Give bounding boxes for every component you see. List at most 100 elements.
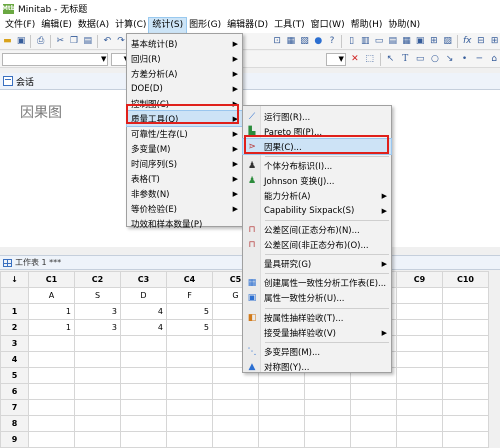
row-number[interactable]: 6: [0, 383, 29, 400]
formula-icon[interactable]: fx: [462, 35, 473, 47]
data-cell[interactable]: 4: [120, 303, 167, 320]
data-cell[interactable]: [304, 415, 351, 432]
help-icon[interactable]: ?: [327, 35, 338, 47]
stat-menu-item[interactable]: 基本统计(B) ▶: [127, 36, 242, 51]
column-name-cell[interactable]: [396, 287, 443, 304]
row-number[interactable]: 8: [0, 415, 29, 432]
quality-menu-item[interactable]: 量具研究(G) ▶: [243, 256, 391, 271]
data-cell[interactable]: [396, 367, 443, 384]
row-number[interactable]: 3: [0, 335, 29, 352]
data-cell[interactable]: [166, 351, 213, 368]
data-cell[interactable]: [74, 351, 121, 368]
column-name-cell[interactable]: [442, 287, 489, 304]
data-cell[interactable]: [166, 399, 213, 416]
stat-menu-item[interactable]: 时间序列(S) ▶: [127, 156, 242, 171]
data-cell[interactable]: 3: [74, 303, 121, 320]
stat-menu-item[interactable]: 回归(R) ▶: [127, 51, 242, 66]
data-cell[interactable]: [396, 383, 443, 400]
show-graphs-icon[interactable]: ▧: [299, 35, 310, 47]
data-cell[interactable]: [442, 335, 489, 352]
menu-edit[interactable]: 编辑(E): [38, 18, 75, 33]
column-header[interactable]: C9: [396, 271, 443, 288]
quality-menu-item[interactable]: ♟ Johnson 变换(J)...: [243, 173, 391, 188]
session-window-icon[interactable]: ▭: [374, 35, 385, 47]
copy-icon[interactable]: ❐: [69, 35, 80, 47]
data-cell[interactable]: [442, 351, 489, 368]
data-cell[interactable]: [28, 351, 75, 368]
corner-arrow-icon[interactable]: ↓: [0, 271, 29, 288]
data-cell[interactable]: [74, 367, 121, 384]
text-tool-icon[interactable]: T: [399, 53, 411, 65]
data-cell[interactable]: 1: [28, 303, 75, 320]
menu-assist[interactable]: 协助(N): [385, 18, 423, 33]
data-cell[interactable]: [304, 399, 351, 416]
menu-graph[interactable]: 图形(G): [186, 18, 224, 33]
delete-icon[interactable]: ✕: [349, 53, 361, 65]
quality-menu-item[interactable]: ⋗ 因果(C)...: [242, 138, 392, 155]
menu-help[interactable]: 帮助(H): [348, 18, 386, 33]
undo-icon[interactable]: ↶: [102, 35, 113, 47]
quality-menu-item[interactable]: 能力分析(A) ▶: [243, 188, 391, 203]
row-number[interactable]: 1: [0, 303, 29, 320]
data-cell[interactable]: [212, 399, 259, 416]
menu-editor[interactable]: 编辑器(D): [224, 18, 271, 33]
menu-file[interactable]: 文件(F): [2, 18, 38, 33]
data-cell[interactable]: [396, 319, 443, 336]
stat-menu-item[interactable]: 质量工具(Q) ▶: [126, 110, 243, 127]
data-cell[interactable]: [304, 383, 351, 400]
history-icon[interactable]: ▤: [387, 35, 398, 47]
stat-menu-item[interactable]: 可靠性/生存(L) ▶: [127, 126, 242, 141]
column-name-cell[interactable]: A: [28, 287, 75, 304]
data-cell[interactable]: [442, 319, 489, 336]
select-arrow-icon[interactable]: ↖: [385, 53, 397, 65]
menu-stat[interactable]: 统计(S): [148, 16, 188, 34]
data-cell[interactable]: [442, 415, 489, 432]
data-cell[interactable]: [396, 351, 443, 368]
data-cell[interactable]: 5: [166, 303, 213, 320]
column-header[interactable]: C4: [166, 271, 213, 288]
data-cell[interactable]: [74, 399, 121, 416]
data-cell[interactable]: [350, 415, 397, 432]
open-folder-icon[interactable]: ▬: [2, 35, 13, 47]
data-cell[interactable]: [396, 335, 443, 352]
column-header[interactable]: C2: [74, 271, 121, 288]
stat-menu-item[interactable]: 多变量(M) ▶: [127, 141, 242, 156]
graph-layout-icon[interactable]: ⊡: [272, 35, 283, 47]
dot-tool-icon[interactable]: •: [459, 53, 471, 65]
column-name-cell[interactable]: F: [166, 287, 213, 304]
data-cell[interactable]: 5: [166, 319, 213, 336]
stat-menu-item[interactable]: DOE(D) ▶: [127, 81, 242, 96]
data-cell[interactable]: [166, 383, 213, 400]
column-header[interactable]: C3: [120, 271, 167, 288]
data-cell[interactable]: [350, 399, 397, 416]
line-tool-icon-2[interactable]: ─: [473, 53, 485, 65]
stat-menu-item[interactable]: 功效和样本数量(P): [127, 216, 242, 231]
design-icon[interactable]: ▨: [442, 35, 453, 47]
column-name-cell[interactable]: D: [120, 287, 167, 304]
info-icon[interactable]: ●: [313, 35, 324, 47]
quality-menu-item[interactable]: ▦ 创建属性一致性分析工作表(E)...: [243, 275, 391, 290]
data-cell[interactable]: [258, 383, 305, 400]
graph-combo[interactable]: ▼: [326, 52, 346, 66]
data-cell[interactable]: [166, 367, 213, 384]
column-header[interactable]: C1: [28, 271, 75, 288]
data-cell[interactable]: [120, 415, 167, 432]
ellipse-tool-icon[interactable]: ○: [429, 53, 441, 65]
quality-menu-item[interactable]: ⊓ 公差区间(正态分布)(N)...: [243, 222, 391, 237]
paste-icon[interactable]: ▤: [82, 35, 93, 47]
data-cell[interactable]: [28, 415, 75, 432]
project-combo[interactable]: ▼: [2, 52, 109, 66]
stat-menu-item[interactable]: 控制图(C) ▶: [127, 96, 242, 111]
session-tab[interactable]: 会话: [0, 73, 500, 90]
cut-icon[interactable]: ✂: [55, 35, 66, 47]
quality-menu-item[interactable]: 接受量抽样验收(V) ▶: [243, 325, 391, 340]
data-cell[interactable]: [74, 383, 121, 400]
save-icon[interactable]: ▣: [16, 35, 27, 47]
data-cell[interactable]: 3: [74, 319, 121, 336]
menu-calc[interactable]: 计算(C): [112, 18, 149, 33]
data-cell[interactable]: 4: [120, 319, 167, 336]
row-number[interactable]: 4: [0, 351, 29, 368]
data-cell[interactable]: [442, 383, 489, 400]
data-cell[interactable]: [258, 399, 305, 416]
pointer-icon[interactable]: ⬚: [364, 53, 376, 65]
